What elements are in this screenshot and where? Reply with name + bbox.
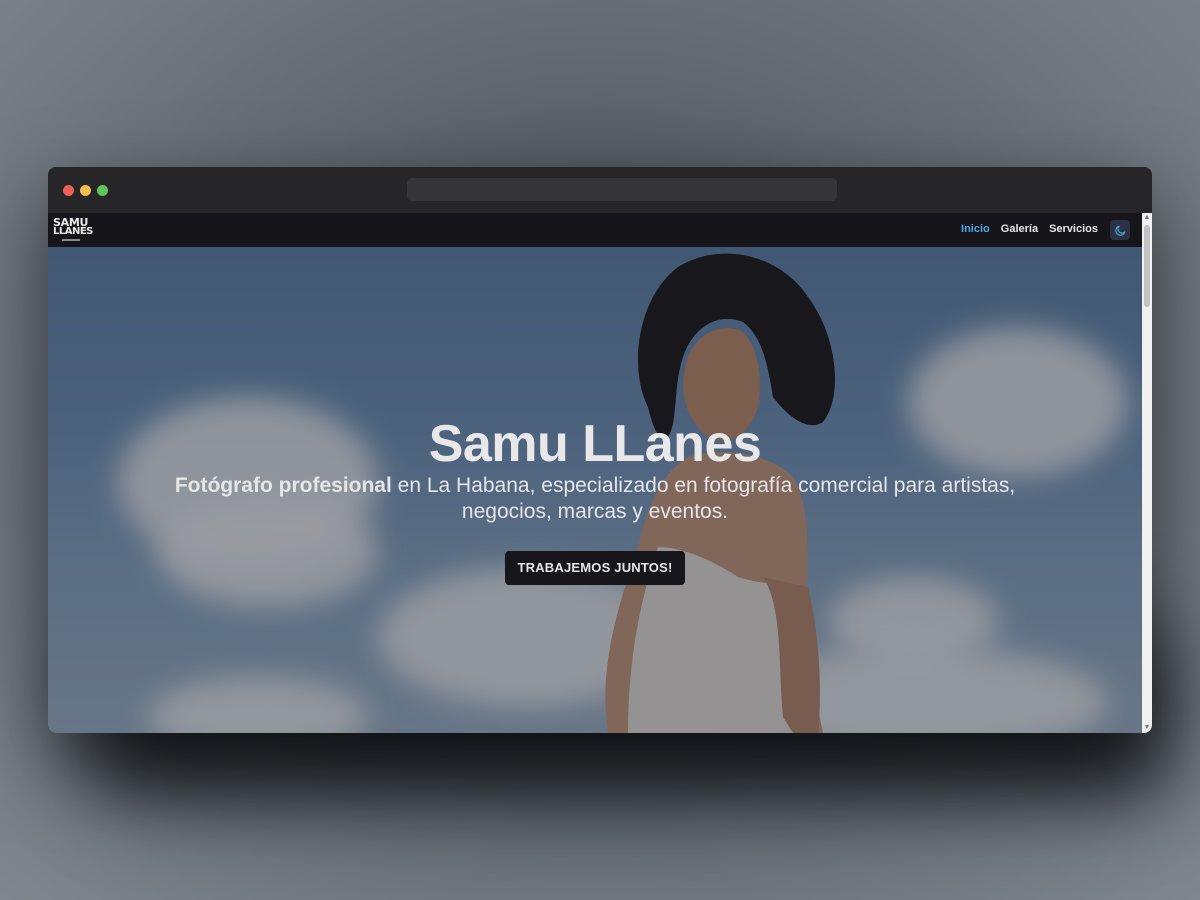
site-logo[interactable]: SAMU LLANES (53, 217, 93, 245)
theme-toggle-button[interactable] (1110, 220, 1130, 240)
hero-content: Samu LLanes Fotógrafo profesional en La … (48, 415, 1142, 585)
nav-item-galeria[interactable]: Galería (1001, 223, 1038, 235)
work-together-button[interactable]: TRABAJEMOS JUNTOS! (505, 551, 685, 585)
close-window-button[interactable] (63, 185, 74, 196)
nav-item-servicios[interactable]: Servicios (1049, 223, 1098, 235)
hero-subtitle: Fotógrafo profesional en La Habana, espe… (135, 473, 1055, 525)
maximize-window-button[interactable] (97, 185, 108, 196)
browser-window: SAMU LLANES Inicio Galería Servicios Sam… (48, 167, 1152, 733)
hero-subtitle-rest: en La Habana, especializado en fotografí… (391, 474, 1016, 523)
scroll-up-arrow-icon[interactable]: ▲ (1142, 213, 1152, 223)
hero-title: Samu LLanes (428, 415, 762, 473)
address-bar[interactable] (407, 178, 837, 201)
nav-item-inicio[interactable]: Inicio (961, 223, 990, 235)
site-navbar: SAMU LLANES Inicio Galería Servicios (48, 213, 1142, 247)
hero-section: Samu LLanes Fotógrafo profesional en La … (48, 247, 1142, 733)
scroll-down-arrow-icon[interactable]: ▼ (1142, 723, 1152, 733)
page-scrollbar[interactable]: ▲ ▼ (1142, 213, 1152, 733)
moon-icon (1114, 225, 1125, 236)
logo-line-2: LLANES (53, 226, 93, 237)
browser-titlebar (48, 167, 1152, 213)
nav-menu: Inicio Galería Servicios (961, 223, 1098, 235)
hero-subtitle-bold: Fotógrafo profesional (174, 474, 392, 497)
scrollbar-thumb[interactable] (1144, 225, 1150, 307)
minimize-window-button[interactable] (80, 185, 91, 196)
page-viewport: SAMU LLANES Inicio Galería Servicios Sam… (48, 213, 1142, 733)
logo-underline (62, 239, 80, 241)
